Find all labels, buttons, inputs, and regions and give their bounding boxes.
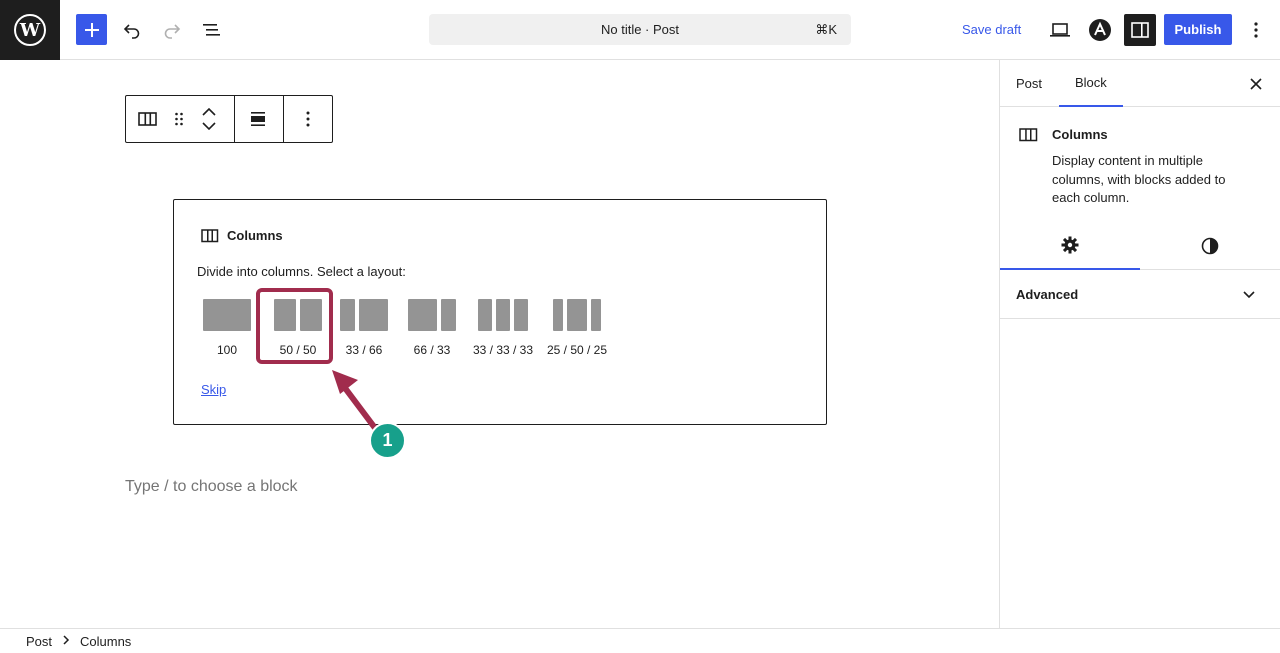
close-icon [1250, 78, 1262, 90]
close-sidebar-button[interactable] [1244, 72, 1268, 96]
tab-block[interactable]: Block [1059, 60, 1123, 107]
editor-header: W No title · Post ⌘K Save draft Publish [0, 0, 1280, 60]
undo-icon [123, 24, 140, 39]
block-toolbar [125, 95, 333, 143]
annotation-step-badge: 1 [369, 422, 406, 459]
variation-33-33-33[interactable]: 33 / 33 / 33 [468, 299, 538, 357]
variation-preview [542, 299, 612, 331]
settings-sidebar-toggle[interactable] [1124, 14, 1156, 46]
gear-icon [1061, 236, 1079, 254]
variation-33-66[interactable]: 33 / 66 [338, 299, 390, 357]
block-card-title: Columns [1052, 127, 1108, 142]
block-inspector-tabs [1000, 222, 1280, 270]
chevron-up-icon[interactable] [202, 108, 216, 116]
settings-sidebar: Post Block Columns Display content in mu… [999, 60, 1280, 628]
variation-preview [203, 299, 251, 331]
breadcrumb-item-post[interactable]: Post [18, 634, 60, 649]
annotation-highlight-box [256, 288, 333, 364]
laptop-icon [1050, 23, 1070, 37]
placeholder-instructions: Divide into columns. Select a layout: [197, 264, 406, 279]
astra-logo-icon [1089, 19, 1111, 41]
block-mover [202, 96, 216, 142]
columns-icon [1019, 128, 1038, 147]
block-card: Columns Display content in multiple colu… [1000, 107, 1280, 222]
advanced-panel-title: Advanced [1016, 287, 1079, 302]
document-overview-button[interactable] [196, 14, 228, 46]
columns-icon [138, 112, 157, 126]
block-options-button[interactable] [306, 96, 310, 142]
command-palette-shortcut: ⌘K [815, 22, 837, 37]
save-draft-button[interactable]: Save draft [952, 14, 1031, 45]
align-center-icon [251, 112, 265, 126]
variation-66-33[interactable]: 66 / 33 [406, 299, 458, 357]
variation-label: 33 / 33 / 33 [472, 343, 534, 357]
placeholder-header: Columns [201, 228, 283, 243]
drag-handle[interactable] [174, 96, 184, 142]
block-breadcrumb: Post Columns [0, 628, 1280, 653]
tab-post[interactable]: Post [1000, 60, 1058, 107]
preview-button[interactable] [1044, 14, 1076, 46]
more-vertical-icon [1254, 22, 1258, 38]
chevron-down-icon[interactable] [202, 122, 216, 130]
toolbar-separator [283, 96, 284, 142]
variation-100[interactable]: 100 [203, 299, 251, 357]
variation-label: 25 / 50 / 25 [546, 343, 608, 357]
list-view-icon [203, 24, 220, 36]
publish-button[interactable]: Publish [1164, 14, 1232, 45]
skip-link[interactable]: Skip [201, 382, 226, 397]
editor-canvas[interactable]: Columns Divide into columns. Select a la… [0, 60, 999, 628]
add-block-button[interactable] [76, 14, 107, 45]
variation-preview [468, 299, 538, 331]
undo-button[interactable] [116, 14, 148, 46]
drag-handle-icon [175, 112, 183, 126]
sidebar-tabs: Post Block [1000, 60, 1280, 107]
block-appender-placeholder[interactable]: Type / to choose a block [125, 478, 298, 496]
variation-preview [406, 299, 458, 331]
svg-text:W: W [19, 20, 41, 41]
document-bar[interactable]: No title · Post ⌘K [429, 14, 851, 45]
wordpress-icon: W [14, 14, 46, 46]
styles-contrast-icon [1201, 237, 1219, 255]
chevron-right-icon [60, 634, 72, 648]
block-type-button[interactable] [138, 96, 158, 142]
toolbar-separator [234, 96, 235, 142]
variation-label: 66 / 33 [413, 343, 451, 357]
astra-settings-button[interactable] [1084, 14, 1116, 46]
chevron-down-icon [1242, 284, 1256, 309]
redo-button[interactable] [156, 14, 188, 46]
document-title: No title · Post [600, 22, 680, 37]
align-button[interactable] [250, 96, 266, 142]
more-vertical-icon [306, 111, 310, 127]
columns-icon [201, 228, 219, 242]
tab-styles[interactable] [1140, 222, 1280, 270]
options-button[interactable] [1240, 14, 1272, 46]
placeholder-title: Columns [227, 228, 283, 243]
variation-label: 33 / 66 [345, 343, 383, 357]
sidebar-icon [1131, 22, 1149, 38]
variation-label: 100 [216, 343, 238, 357]
redo-icon [164, 24, 181, 39]
wordpress-logo-button[interactable]: W [0, 0, 60, 60]
block-card-description: Display content in multiple columns, wit… [1052, 153, 1226, 205]
tab-settings[interactable] [1000, 222, 1140, 270]
plus-icon [84, 22, 99, 37]
advanced-panel-toggle[interactable]: Advanced [1000, 270, 1280, 319]
variation-preview [338, 299, 390, 331]
breadcrumb-item-columns: Columns [80, 633, 132, 649]
variation-25-50-25[interactable]: 25 / 50 / 25 [542, 299, 612, 357]
